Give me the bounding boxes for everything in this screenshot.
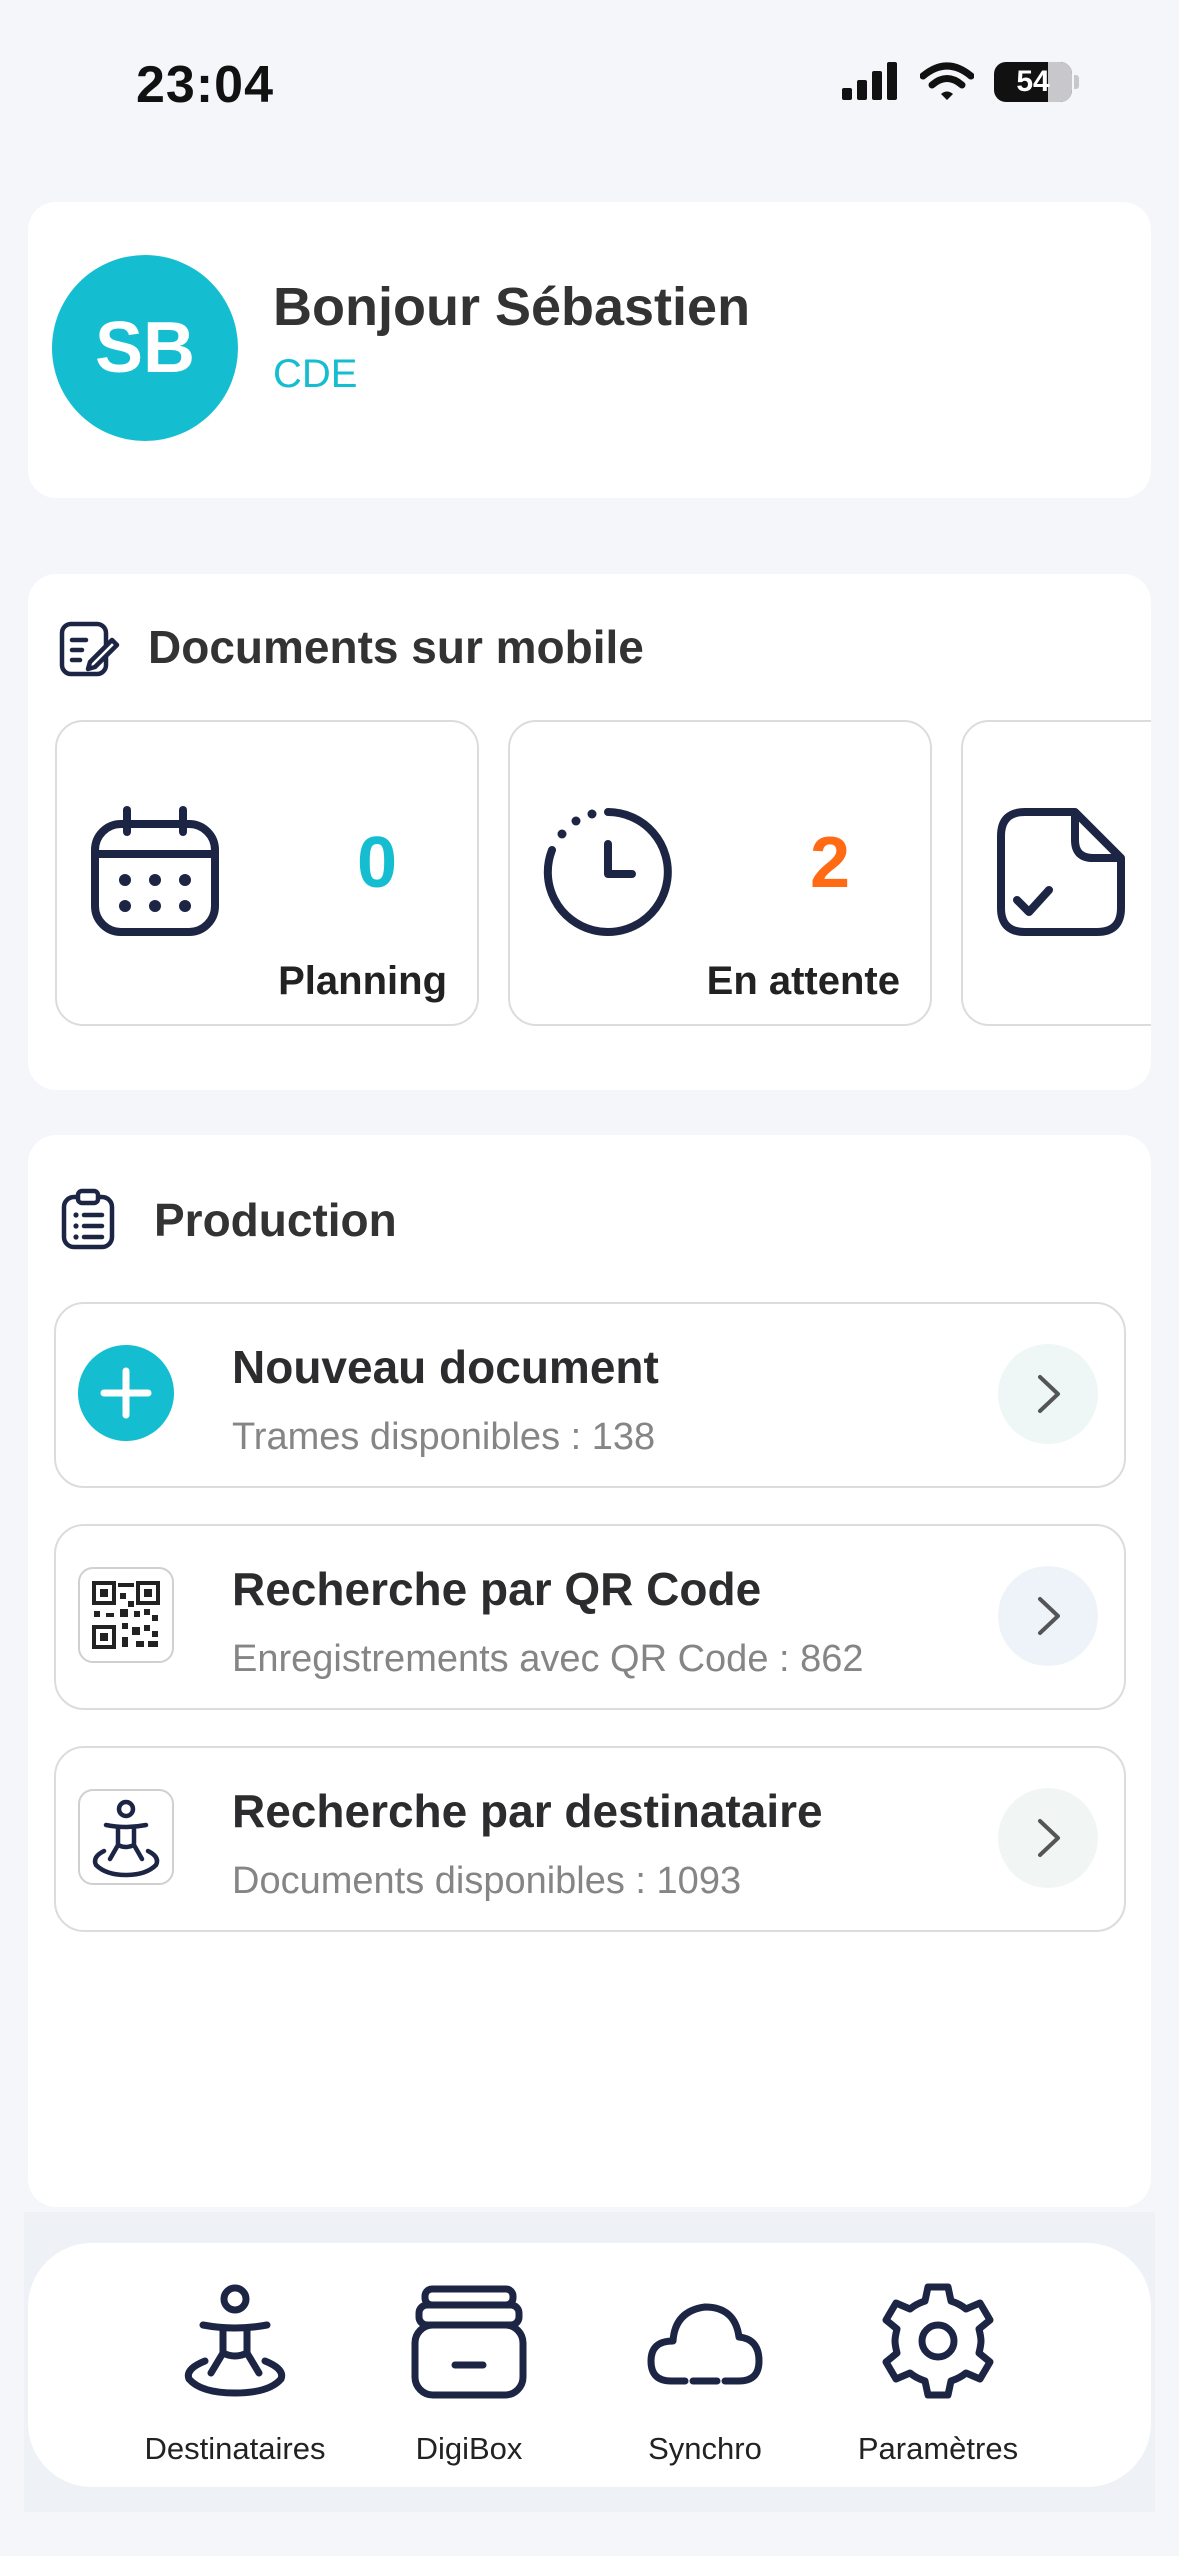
tile-pending[interactable]: 2 En attente	[508, 720, 932, 1026]
documents-card: Documents sur mobile 0 Planning 2 En att…	[28, 574, 1151, 1090]
calendar-icon	[91, 806, 219, 936]
recipient-search-row[interactable]: Recherche par destinataire Documents dis…	[54, 1746, 1126, 1932]
clipboard-list-icon	[61, 1188, 115, 1250]
recipient-search-title: Recherche par destinataire	[232, 1785, 823, 1837]
recipient-icon	[184, 2284, 286, 2397]
production-card: Production Nouveau document Trames dispo…	[28, 1135, 1151, 2207]
document-check-icon	[997, 808, 1125, 936]
tab-destinataires[interactable]: Destinataires	[115, 2281, 355, 2467]
production-title: Production	[154, 1194, 397, 1246]
tab-label: Destinataires	[144, 2431, 326, 2466]
status-bar: 23:04 54	[0, 0, 1179, 150]
box-icon	[411, 2285, 527, 2399]
status-icons: 54	[840, 62, 1079, 102]
battery-level: 54	[1016, 65, 1050, 98]
tab-synchro[interactable]: Synchro	[585, 2281, 825, 2467]
documents-title: Documents sur mobile	[148, 621, 644, 673]
signal-icon	[842, 62, 897, 100]
cloud-icon	[647, 2303, 763, 2385]
chevron-right-icon[interactable]	[998, 1788, 1098, 1888]
pending-label: En attente	[706, 959, 900, 1003]
edit-document-icon	[59, 621, 120, 677]
tab-label: Paramètres	[857, 2431, 1019, 2466]
plus-icon	[78, 1345, 174, 1441]
tab-digibox[interactable]: DigiBox	[349, 2281, 589, 2467]
status-time: 23:04	[136, 56, 274, 114]
chevron-right-icon[interactable]	[998, 1344, 1098, 1444]
gear-icon	[882, 2283, 994, 2399]
wifi-icon	[920, 62, 974, 100]
planning-label: Planning	[278, 959, 447, 1003]
tab-label: DigiBox	[415, 2431, 523, 2466]
tile-completed[interactable]	[961, 720, 1151, 1026]
tab-bar: Destinataires DigiBox Synchro Paramètres	[28, 2243, 1151, 2487]
pending-count: 2	[809, 823, 851, 903]
planning-count: 0	[356, 823, 398, 903]
tab-parametres[interactable]: Paramètres	[818, 2281, 1058, 2467]
avatar[interactable]: SB	[52, 255, 238, 441]
user-role: CDE	[273, 352, 358, 396]
battery-icon: 54	[994, 62, 1072, 102]
new-document-subtitle: Trames disponibles : 138	[232, 1416, 656, 1458]
tile-planning[interactable]: 0 Planning	[55, 720, 479, 1026]
clock-icon	[543, 808, 672, 936]
recipient-icon	[78, 1789, 174, 1885]
qr-search-title: Recherche par QR Code	[232, 1563, 762, 1615]
qr-search-subtitle: Enregistrements avec QR Code : 862	[232, 1638, 864, 1680]
qr-code-icon	[78, 1567, 174, 1663]
new-document-row[interactable]: Nouveau document Trames disponibles : 13…	[54, 1302, 1126, 1488]
profile-card: SB Bonjour Sébastien CDE	[28, 202, 1151, 498]
tab-label: Synchro	[648, 2431, 762, 2466]
chevron-right-icon[interactable]	[998, 1566, 1098, 1666]
document-tiles: 0 Planning 2 En attente	[55, 720, 1151, 1026]
recipient-search-subtitle: Documents disponibles : 1093	[232, 1860, 742, 1902]
greeting: Bonjour Sébastien	[273, 277, 751, 337]
qr-search-row[interactable]: Recherche par QR Code Enregistrements av…	[54, 1524, 1126, 1710]
new-document-title: Nouveau document	[232, 1341, 659, 1393]
